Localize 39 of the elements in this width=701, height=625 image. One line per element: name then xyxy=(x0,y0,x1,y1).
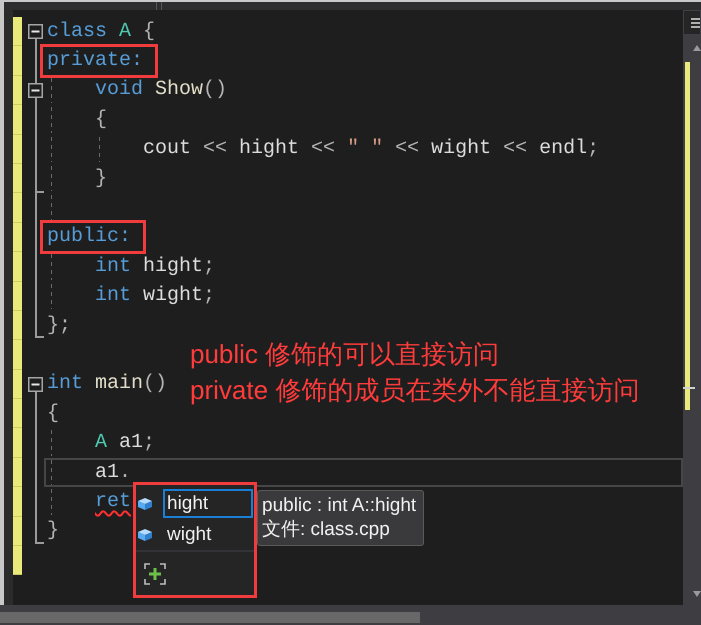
minus-box-icon[interactable] xyxy=(28,24,43,40)
code-line: } xyxy=(95,168,108,189)
vertical-scrollbar[interactable] xyxy=(683,10,701,605)
minus-box-icon[interactable] xyxy=(28,82,43,98)
horizontal-scrollbar[interactable] xyxy=(0,605,701,625)
code-line: }; xyxy=(47,316,72,336)
completion-item[interactable]: hight xyxy=(163,489,253,518)
code-line: A a1; xyxy=(95,433,156,454)
file-path-text: 文件: class.cpp xyxy=(262,518,390,542)
code-line: class A { xyxy=(47,22,156,42)
down-arrow-icon[interactable] xyxy=(693,591,701,597)
code-line: int wight; xyxy=(95,286,216,306)
code-line: int hight; xyxy=(95,256,216,277)
fold-end-tick xyxy=(35,190,44,193)
caret-position-mark xyxy=(683,387,695,389)
code-line: } xyxy=(47,521,60,542)
code-line: { xyxy=(47,404,60,424)
fold-end-tick xyxy=(35,542,44,544)
annotation-text: public 修饰的可以直接访问 xyxy=(190,338,500,371)
cube-icon xyxy=(137,496,153,510)
cube-icon xyxy=(137,528,153,542)
code-line: int main() xyxy=(47,374,168,394)
code-line: { xyxy=(95,110,108,130)
code-line: a1. xyxy=(95,462,132,483)
annotation-text: private 修饰的成员在类外不能直接访问 xyxy=(190,374,640,407)
grip-lines-icon xyxy=(691,16,700,30)
split-button[interactable] xyxy=(683,10,701,35)
code-line: cout << hight << " " << wight << endl; xyxy=(143,139,600,160)
fold-end-tick xyxy=(35,336,44,338)
up-arrow-icon[interactable] xyxy=(693,45,701,51)
code-line: void Show() xyxy=(95,80,228,100)
code-line: private: xyxy=(47,51,144,72)
completion-item[interactable]: wight xyxy=(163,520,253,549)
scrollbar-thumb[interactable] xyxy=(0,612,420,623)
signature-text: public : int A::hight xyxy=(262,494,416,518)
plus-in-brackets-icon[interactable] xyxy=(144,562,166,584)
code-line: public: xyxy=(47,227,132,248)
code-line: ret xyxy=(95,492,132,512)
minus-box-icon[interactable] xyxy=(28,376,43,392)
